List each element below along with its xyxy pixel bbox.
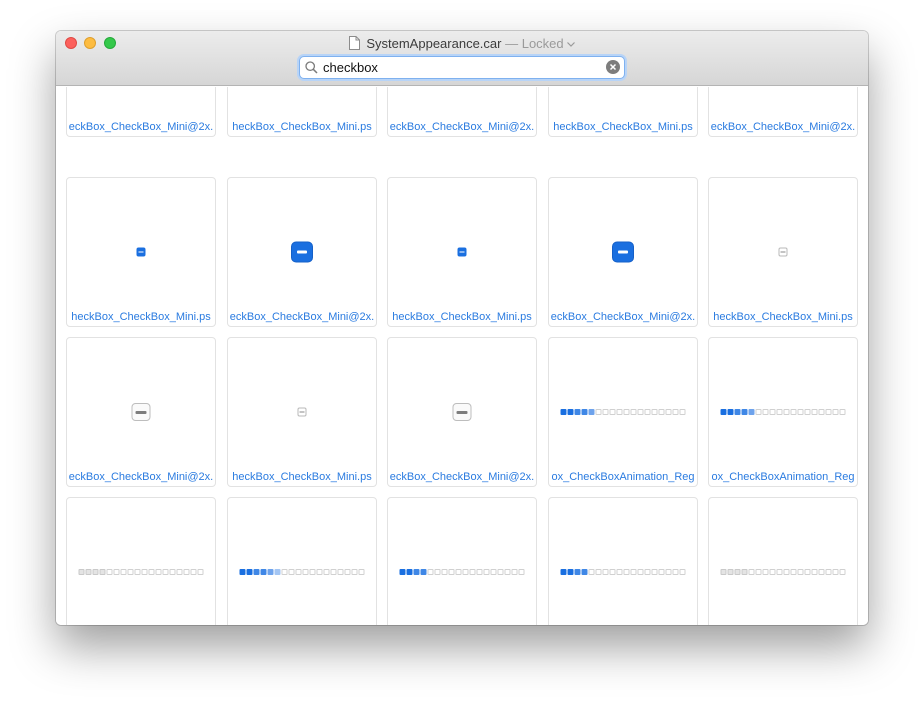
title-separator: — bbox=[505, 36, 519, 51]
asset-tile[interactable]: _CheckBoxAnimation_Regula bbox=[708, 497, 858, 625]
asset-preview bbox=[67, 498, 215, 625]
asset-tile[interactable]: heckBox_CheckBox_Mini.ps bbox=[66, 177, 216, 327]
asset-label: eckBox_CheckBox_Mini@2x. bbox=[229, 311, 375, 323]
document-icon bbox=[349, 36, 361, 53]
asset-label: eckBox_CheckBox_Mini@2x. bbox=[710, 121, 856, 133]
search-input[interactable]: checkbox bbox=[323, 60, 378, 75]
asset-label: heckBox_CheckBox_Mini.ps bbox=[232, 471, 372, 483]
asset-preview bbox=[228, 498, 376, 625]
asset-label: heckBox_CheckBox_Mini.ps bbox=[553, 121, 693, 133]
checkbox-mini-gray-icon bbox=[778, 247, 788, 257]
checkbox-mini-blue-icon bbox=[136, 247, 146, 257]
asset-label: heckBox_CheckBox_Mini.ps bbox=[232, 121, 372, 133]
asset-preview bbox=[388, 338, 536, 486]
asset-preview bbox=[67, 178, 215, 326]
asset-catalog-window: SystemAppearance.car — Locked checkbox e… bbox=[56, 31, 868, 625]
window-title-area: SystemAppearance.car — Locked bbox=[56, 35, 868, 53]
search-icon bbox=[305, 61, 318, 79]
checkbox-mini-blue-icon bbox=[457, 247, 467, 257]
asset-label: eckBox_CheckBox_Mini@2x. bbox=[550, 311, 696, 323]
animation-strip-gray-icon bbox=[720, 569, 846, 575]
window-title[interactable]: SystemAppearance.car bbox=[366, 36, 501, 51]
asset-label: ox_CheckBoxAnimation_Reg bbox=[711, 471, 855, 483]
animation-strip-gray-icon bbox=[78, 569, 204, 575]
asset-preview bbox=[709, 498, 857, 625]
asset-tile[interactable]: _CheckBoxAnimation_Regula bbox=[387, 497, 537, 625]
animation-strip-blue-4-icon bbox=[399, 569, 525, 575]
chevron-down-icon[interactable] bbox=[566, 35, 575, 50]
checkbox-mini-gray-icon bbox=[297, 407, 307, 417]
asset-label: ox_CheckBoxAnimation_Reg bbox=[551, 471, 695, 483]
asset-tile[interactable]: heckBox_CheckBox_Mini.ps bbox=[387, 177, 537, 327]
checkbox-regular-blue-icon bbox=[292, 242, 312, 262]
checkbox-regular-gray-icon bbox=[452, 403, 472, 421]
asset-tile[interactable]: ox_CheckBoxAnimation_Reg bbox=[548, 337, 698, 487]
asset-label: eckBox_CheckBox_Mini@2x. bbox=[68, 121, 214, 133]
asset-tile[interactable]: heckBox_CheckBox_Mini.ps bbox=[227, 337, 377, 487]
checkbox-regular-gray-icon bbox=[131, 403, 151, 421]
asset-preview bbox=[388, 498, 536, 625]
asset-preview bbox=[709, 338, 857, 486]
asset-label: eckBox_CheckBox_Mini@2x. bbox=[389, 471, 535, 483]
asset-label: heckBox_CheckBox_Mini.ps bbox=[713, 311, 853, 323]
animation-strip-blue-5-icon bbox=[720, 409, 846, 415]
asset-preview bbox=[228, 178, 376, 326]
asset-tile[interactable]: eckBox_CheckBox_Mini@2x. bbox=[66, 337, 216, 487]
asset-preview bbox=[67, 338, 215, 486]
asset-tile[interactable]: eckBox_CheckBox_Mini@2x. bbox=[387, 337, 537, 487]
asset-label: eckBox_CheckBox_Mini@2x. bbox=[68, 471, 214, 483]
asset-grid: eckBox_CheckBox_Mini@2x. heckBox_CheckBox… bbox=[56, 87, 868, 625]
asset-tile[interactable]: eckBox_CheckBox_Mini@2x. bbox=[708, 87, 858, 137]
asset-label: eckBox_CheckBox_Mini@2x. bbox=[389, 121, 535, 133]
asset-preview bbox=[709, 178, 857, 326]
animation-strip-blue-4-icon bbox=[560, 569, 686, 575]
title-bar: SystemAppearance.car — Locked checkbox bbox=[56, 31, 868, 86]
asset-tile[interactable]: _CheckBoxAnimation_Regula bbox=[548, 497, 698, 625]
asset-preview bbox=[549, 338, 697, 486]
search-field[interactable]: checkbox bbox=[299, 56, 625, 79]
asset-preview bbox=[549, 498, 697, 625]
asset-tile[interactable]: heckBox_CheckBox_Mini.ps bbox=[708, 177, 858, 327]
animation-strip-blue-6-icon bbox=[239, 569, 365, 575]
lock-status[interactable]: Locked bbox=[522, 36, 564, 51]
asset-tile[interactable]: heckBox_CheckBox_Mini.ps bbox=[227, 87, 377, 137]
asset-tile[interactable]: eckBox_CheckBox_Mini@2x. bbox=[227, 177, 377, 327]
asset-tile[interactable]: eckBox_CheckBox_Mini@2x. bbox=[387, 87, 537, 137]
asset-tile[interactable]: heckBox_CheckBox_Mini.ps bbox=[548, 87, 698, 137]
asset-tile[interactable]: ox_CheckBoxAnimation_Reg bbox=[227, 497, 377, 625]
asset-tile[interactable]: ox_CheckBoxAnimation_Reg bbox=[708, 337, 858, 487]
asset-label: heckBox_CheckBox_Mini.ps bbox=[392, 311, 532, 323]
asset-tile[interactable]: ox_CheckBoxAnimation_Reg bbox=[66, 497, 216, 625]
asset-preview bbox=[388, 178, 536, 326]
asset-preview bbox=[228, 338, 376, 486]
asset-tile[interactable]: eckBox_CheckBox_Mini@2x. bbox=[66, 87, 216, 137]
animation-strip-blue-5-icon bbox=[560, 409, 686, 415]
asset-label: heckBox_CheckBox_Mini.ps bbox=[71, 311, 211, 323]
asset-tile[interactable]: eckBox_CheckBox_Mini@2x. bbox=[548, 177, 698, 327]
checkbox-regular-blue-icon bbox=[613, 242, 633, 262]
asset-preview bbox=[549, 178, 697, 326]
clear-search-icon[interactable] bbox=[606, 60, 620, 79]
